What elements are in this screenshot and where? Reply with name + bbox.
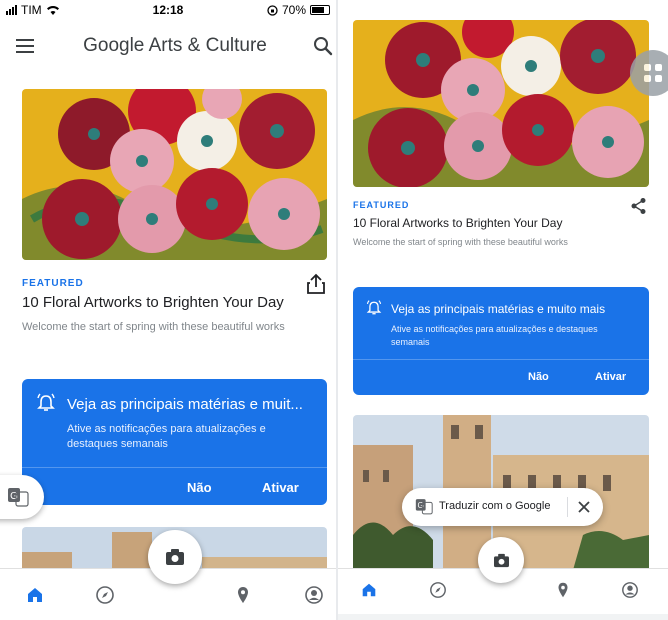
- share-icon[interactable]: [630, 197, 648, 215]
- notification-title: Veja as principais matérias e muito mais: [391, 302, 606, 316]
- floral-painting: [22, 89, 327, 260]
- translate-banner[interactable]: G Traduzir com o Google: [402, 488, 603, 526]
- no-button[interactable]: Não: [528, 371, 549, 383]
- left-screen: TIM 12:18 70% Google Arts & Culture FEAT…: [0, 0, 336, 620]
- status-bar: TIM 12:18 70%: [0, 0, 336, 20]
- right-screen: FEATURED 10 Floral Artworks to Brighten …: [338, 0, 668, 620]
- enable-button[interactable]: Ativar: [262, 480, 299, 495]
- home-icon[interactable]: [25, 585, 45, 605]
- orientation-lock-icon: [267, 4, 278, 16]
- explore-compass-icon[interactable]: [429, 581, 447, 599]
- no-button[interactable]: Não: [187, 480, 212, 495]
- google-translate-icon: G: [8, 488, 29, 507]
- search-icon[interactable]: [312, 35, 334, 57]
- app-title: Google Arts & Culture: [83, 35, 267, 56]
- camera-icon: [166, 549, 184, 565]
- app-bar: Google Arts & Culture: [0, 24, 336, 68]
- article-subtitle: Welcome the start of spring with these b…: [353, 237, 568, 247]
- share-icon[interactable]: [306, 273, 326, 295]
- apps-grid-button[interactable]: [630, 50, 668, 96]
- camera-button[interactable]: [148, 530, 202, 584]
- bell-ring-icon: [37, 393, 55, 411]
- translate-button[interactable]: G: [0, 475, 44, 519]
- article-subtitle: Welcome the start of spring with these b…: [22, 321, 285, 333]
- enable-button[interactable]: Ativar: [595, 371, 626, 383]
- article-title[interactable]: 10 Floral Artworks to Brighten Your Day: [22, 294, 284, 311]
- featured-artwork-image[interactable]: [22, 89, 327, 260]
- notification-card: Veja as principais matérias e muit... At…: [22, 379, 327, 505]
- battery-icon: [310, 5, 330, 15]
- google-translate-icon: G: [415, 499, 433, 515]
- banner-separator: [567, 497, 568, 517]
- card-divider: [22, 467, 327, 468]
- featured-artwork-image[interactable]: [353, 20, 649, 187]
- profile-icon[interactable]: [304, 585, 324, 605]
- notification-body: Ative as notificações para atualizações …: [391, 324, 598, 347]
- close-icon[interactable]: [577, 500, 591, 514]
- notification-body: Ative as notificações para atualizações …: [67, 423, 266, 450]
- camera-icon: [494, 553, 509, 568]
- home-icon[interactable]: [360, 581, 378, 599]
- article-title[interactable]: 10 Floral Artworks to Brighten Your Day: [353, 216, 562, 230]
- featured-label: FEATURED: [22, 278, 84, 289]
- profile-icon[interactable]: [621, 581, 639, 599]
- featured-label: FEATURED: [353, 200, 410, 210]
- explore-compass-icon[interactable]: [95, 585, 115, 605]
- bell-ring-icon: [366, 300, 382, 315]
- notification-card: Veja as principais matérias e muito mais…: [353, 287, 649, 395]
- location-pin-icon[interactable]: [233, 585, 253, 605]
- location-pin-icon[interactable]: [554, 581, 572, 599]
- grid-icon: [644, 64, 662, 82]
- translate-label: Traduzir com o Google: [439, 500, 551, 512]
- notification-title: Veja as principais matérias e muit...: [67, 396, 303, 413]
- camera-button[interactable]: [478, 537, 524, 583]
- battery-percent: 70%: [281, 3, 306, 17]
- card-divider: [353, 359, 649, 360]
- floral-painting: [353, 20, 649, 187]
